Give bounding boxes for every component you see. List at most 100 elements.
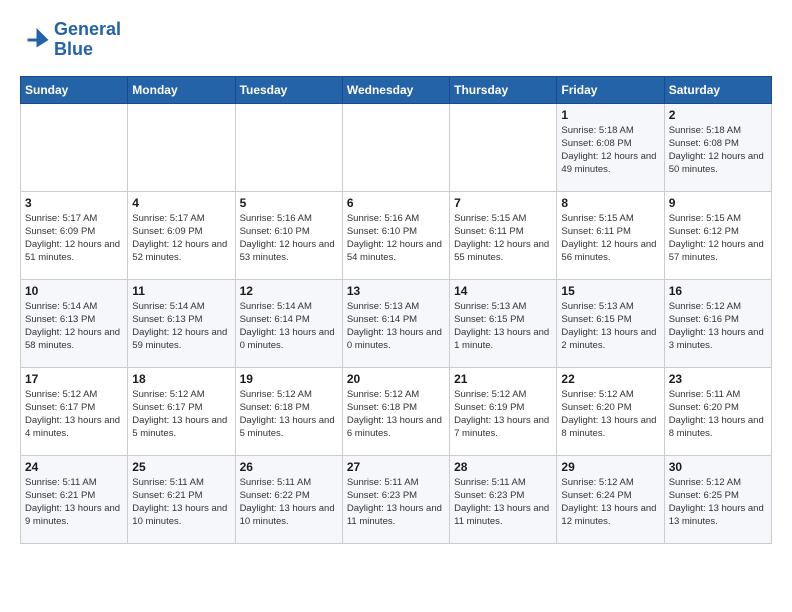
calendar-cell: 25 Sunrise: 5:11 AM Sunset: 6:21 PM Dayli… [128,455,235,543]
day-number: 30 [669,460,767,474]
cell-info: Sunrise: 5:11 AM Sunset: 6:21 PM Dayligh… [132,476,230,529]
day-number: 29 [561,460,659,474]
calendar-cell: 12 Sunrise: 5:14 AM Sunset: 6:14 PM Dayli… [235,279,342,367]
day-number: 19 [240,372,338,386]
calendar-cell: 22 Sunrise: 5:12 AM Sunset: 6:20 PM Dayli… [557,367,664,455]
calendar-cell [128,103,235,191]
day-number: 21 [454,372,552,386]
cell-info: Sunrise: 5:15 AM Sunset: 6:11 PM Dayligh… [454,212,552,265]
calendar-cell: 20 Sunrise: 5:12 AM Sunset: 6:18 PM Dayli… [342,367,449,455]
logo-icon [20,25,50,55]
calendar-cell: 23 Sunrise: 5:11 AM Sunset: 6:20 PM Dayli… [664,367,771,455]
day-number: 22 [561,372,659,386]
calendar-cell: 30 Sunrise: 5:12 AM Sunset: 6:25 PM Dayli… [664,455,771,543]
day-number: 3 [25,196,123,210]
day-number: 10 [25,284,123,298]
day-number: 23 [669,372,767,386]
cell-info: Sunrise: 5:15 AM Sunset: 6:11 PM Dayligh… [561,212,659,265]
weekday-header-monday: Monday [128,76,235,103]
day-number: 27 [347,460,445,474]
calendar-cell: 4 Sunrise: 5:17 AM Sunset: 6:09 PM Daylig… [128,191,235,279]
cell-info: Sunrise: 5:11 AM Sunset: 6:22 PM Dayligh… [240,476,338,529]
day-number: 16 [669,284,767,298]
weekday-header-sunday: Sunday [21,76,128,103]
calendar-cell: 6 Sunrise: 5:16 AM Sunset: 6:10 PM Daylig… [342,191,449,279]
cell-info: Sunrise: 5:11 AM Sunset: 6:20 PM Dayligh… [669,388,767,441]
weekday-header-friday: Friday [557,76,664,103]
day-number: 26 [240,460,338,474]
cell-info: Sunrise: 5:12 AM Sunset: 6:17 PM Dayligh… [25,388,123,441]
cell-info: Sunrise: 5:11 AM Sunset: 6:23 PM Dayligh… [347,476,445,529]
calendar-cell: 17 Sunrise: 5:12 AM Sunset: 6:17 PM Dayli… [21,367,128,455]
calendar-cell [450,103,557,191]
calendar-cell [342,103,449,191]
weekday-header-wednesday: Wednesday [342,76,449,103]
calendar-cell: 7 Sunrise: 5:15 AM Sunset: 6:11 PM Daylig… [450,191,557,279]
cell-info: Sunrise: 5:12 AM Sunset: 6:25 PM Dayligh… [669,476,767,529]
weekday-header-tuesday: Tuesday [235,76,342,103]
cell-info: Sunrise: 5:12 AM Sunset: 6:16 PM Dayligh… [669,300,767,353]
day-number: 5 [240,196,338,210]
cell-info: Sunrise: 5:13 AM Sunset: 6:14 PM Dayligh… [347,300,445,353]
calendar-cell: 14Sunrise: 5:13 AM Sunset: 6:15 PM Dayli… [450,279,557,367]
cell-info: Sunrise: 5:14 AM Sunset: 6:14 PM Dayligh… [240,300,338,353]
calendar-cell: 2Sunrise: 5:18 AM Sunset: 6:08 PM Daylig… [664,103,771,191]
cell-info: Sunrise: 5:12 AM Sunset: 6:20 PM Dayligh… [561,388,659,441]
day-number: 28 [454,460,552,474]
cell-info: Sunrise: 5:13 AM Sunset: 6:15 PM Dayligh… [454,300,552,353]
calendar-cell: 29 Sunrise: 5:12 AM Sunset: 6:24 PM Dayli… [557,455,664,543]
day-number: 6 [347,196,445,210]
logo: General Blue [20,20,121,60]
cell-info: Sunrise: 5:11 AM Sunset: 6:21 PM Dayligh… [25,476,123,529]
cell-info: Sunrise: 5:11 AM Sunset: 6:23 PM Dayligh… [454,476,552,529]
day-number: 25 [132,460,230,474]
day-number: 13 [347,284,445,298]
cell-info: Sunrise: 5:13 AM Sunset: 6:15 PM Dayligh… [561,300,659,353]
day-number: 4 [132,196,230,210]
day-number: 17 [25,372,123,386]
cell-info: Sunrise: 5:18 AM Sunset: 6:08 PM Dayligh… [669,124,767,177]
calendar-cell: 15 Sunrise: 5:13 AM Sunset: 6:15 PM Dayli… [557,279,664,367]
day-number: 12 [240,284,338,298]
calendar-cell: 13 Sunrise: 5:13 AM Sunset: 6:14 PM Dayli… [342,279,449,367]
cell-info: Sunrise: 5:12 AM Sunset: 6:18 PM Dayligh… [347,388,445,441]
cell-info: Sunrise: 5:16 AM Sunset: 6:10 PM Dayligh… [347,212,445,265]
calendar-cell: 5 Sunrise: 5:16 AM Sunset: 6:10 PM Daylig… [235,191,342,279]
cell-info: Sunrise: 5:14 AM Sunset: 6:13 PM Dayligh… [25,300,123,353]
calendar-cell: 1Sunrise: 5:18 AM Sunset: 6:08 PM Daylig… [557,103,664,191]
cell-info: Sunrise: 5:12 AM Sunset: 6:24 PM Dayligh… [561,476,659,529]
calendar-cell: 21 Sunrise: 5:12 AM Sunset: 6:19 PM Dayli… [450,367,557,455]
calendar-cell: 16 Sunrise: 5:12 AM Sunset: 6:16 PM Dayli… [664,279,771,367]
day-number: 18 [132,372,230,386]
cell-info: Sunrise: 5:17 AM Sunset: 6:09 PM Dayligh… [132,212,230,265]
calendar-cell: 3Sunrise: 5:17 AM Sunset: 6:09 PM Daylig… [21,191,128,279]
calendar-cell: 10 Sunrise: 5:14 AM Sunset: 6:13 PM Dayli… [21,279,128,367]
calendar-cell [235,103,342,191]
day-number: 20 [347,372,445,386]
cell-info: Sunrise: 5:12 AM Sunset: 6:17 PM Dayligh… [132,388,230,441]
calendar-cell: 18 Sunrise: 5:12 AM Sunset: 6:17 PM Dayli… [128,367,235,455]
calendar-table: SundayMondayTuesdayWednesdayThursdayFrid… [20,76,772,544]
page-header: General Blue [20,20,772,60]
calendar-cell: 19 Sunrise: 5:12 AM Sunset: 6:18 PM Dayli… [235,367,342,455]
cell-info: Sunrise: 5:12 AM Sunset: 6:18 PM Dayligh… [240,388,338,441]
cell-info: Sunrise: 5:12 AM Sunset: 6:19 PM Dayligh… [454,388,552,441]
calendar-cell: 8 Sunrise: 5:15 AM Sunset: 6:11 PM Daylig… [557,191,664,279]
cell-info: Sunrise: 5:16 AM Sunset: 6:10 PM Dayligh… [240,212,338,265]
calendar-cell: 24 Sunrise: 5:11 AM Sunset: 6:21 PM Dayli… [21,455,128,543]
cell-info: Sunrise: 5:14 AM Sunset: 6:13 PM Dayligh… [132,300,230,353]
calendar-cell: 27 Sunrise: 5:11 AM Sunset: 6:23 PM Dayli… [342,455,449,543]
calendar-cell [21,103,128,191]
day-number: 24 [25,460,123,474]
day-number: 15 [561,284,659,298]
calendar-cell: 26 Sunrise: 5:11 AM Sunset: 6:22 PM Dayli… [235,455,342,543]
cell-info: Sunrise: 5:18 AM Sunset: 6:08 PM Dayligh… [561,124,659,177]
weekday-header-thursday: Thursday [450,76,557,103]
weekday-header-saturday: Saturday [664,76,771,103]
calendar-cell: 28 Sunrise: 5:11 AM Sunset: 6:23 PM Dayli… [450,455,557,543]
day-number: 7 [454,196,552,210]
logo-text: General Blue [54,20,121,60]
day-number: 8 [561,196,659,210]
day-number: 9 [669,196,767,210]
calendar-cell: 11Sunrise: 5:14 AM Sunset: 6:13 PM Dayli… [128,279,235,367]
